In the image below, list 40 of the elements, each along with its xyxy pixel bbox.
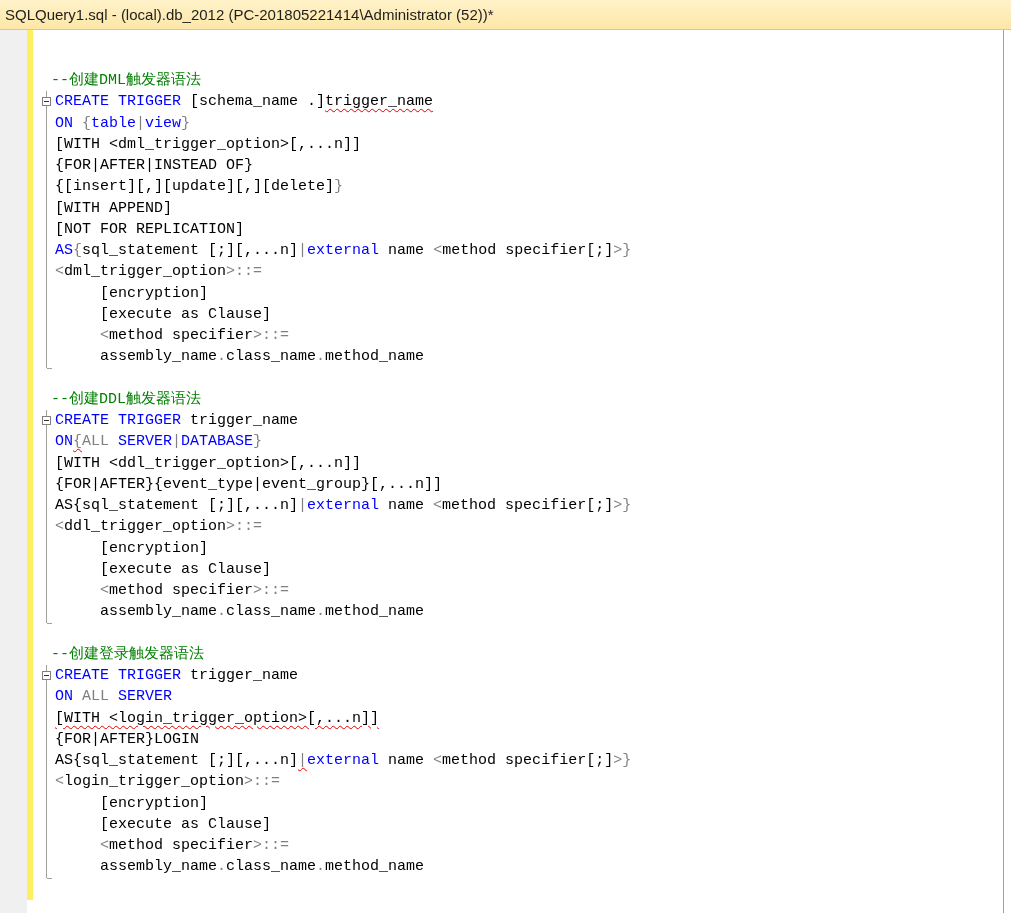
code-line: <method specifier>::=: [99, 326, 290, 346]
code-line: <method specifier>::=: [99, 836, 290, 856]
code-line: [encryption]: [99, 283, 209, 304]
code-line: assembly_name.class_name.method_name: [99, 857, 425, 878]
code-line: [WITH APPEND]: [55, 198, 173, 219]
code-line: [NOT FOR REPLICATION]: [55, 219, 245, 240]
code-line: {FOR|AFTER}{event_type|event_group}[,...n]]: [55, 474, 443, 495]
code-line: assembly_name.class_name.method_name: [99, 347, 425, 368]
code-line: CREATE TRIGGER trigger_name: [55, 666, 299, 686]
code-line: assembly_name.class_name.method_name: [99, 602, 425, 623]
code-line: [execute as Clause]: [99, 304, 272, 325]
code-comment: --创建登录触发器语法: [50, 644, 204, 665]
code-line: {FOR|AFTER}LOGIN: [55, 729, 200, 750]
code-line: AS{sql_statement [;][,...n]|external name <method specifier[;]>}: [55, 496, 632, 516]
code-line: {[insert][,][update][,][delete]}: [55, 177, 344, 198]
code-line: <method specifier>::=: [99, 581, 290, 601]
code-line: <dml_trigger_option>::=: [55, 262, 263, 283]
code-line: ON {table|view}: [55, 113, 191, 134]
code-line: CREATE TRIGGER trigger_name: [55, 411, 299, 431]
code-line: [execute as Clause]: [99, 559, 272, 580]
code-editor[interactable]: [0, 30, 1004, 913]
code-comment: --创建DML触发器语法: [50, 70, 201, 91]
collapse-icon[interactable]: [42, 416, 51, 425]
code-line: [execute as Clause]: [99, 814, 272, 835]
code-line: [WITH <ddl_trigger_option>[,...n]]: [55, 453, 362, 474]
code-line: AS{sql_statement [;][,...n]|external name <method specifier[;]>}: [55, 751, 632, 771]
code-line: AS{sql_statement [;][,...n]|external name <method specifier[;]>}: [55, 241, 632, 261]
collapse-icon[interactable]: [42, 671, 51, 680]
code-line: ON{ALL SERVER|DATABASE}: [55, 432, 263, 453]
code-line: <login_trigger_option>::=: [55, 772, 281, 793]
code-line: [encryption]: [99, 793, 209, 814]
code-comment: --创建DDL触发器语法: [50, 389, 201, 410]
collapse-icon[interactable]: [42, 97, 51, 107]
code-line: [encryption]: [99, 538, 209, 559]
code-line: CREATE TRIGGER [schema_name .]trigger_name: [55, 92, 434, 113]
code-line: ON ALL SERVER: [55, 687, 173, 708]
code-line: [WITH <dml_trigger_option>[,...n]]: [55, 134, 362, 155]
code-line: <ddl_trigger_option>::=: [55, 517, 263, 538]
code-line: [WITH <login_trigger_option>[,...n]]: [55, 708, 380, 729]
code-line: {FOR|AFTER|INSTEAD OF}: [55, 156, 254, 176]
